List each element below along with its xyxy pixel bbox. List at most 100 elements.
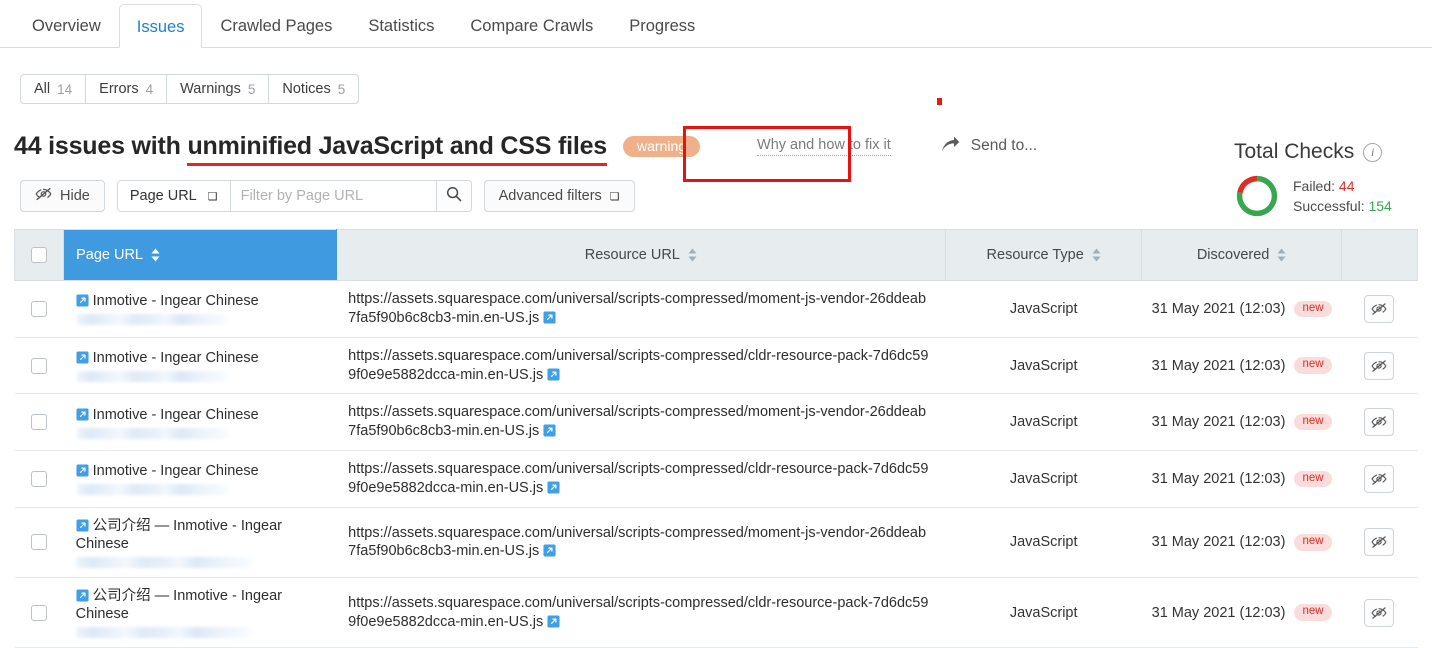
external-link-icon [76, 464, 89, 477]
discovered-cell: 31 May 2021 (12:03)new [1142, 337, 1341, 394]
row-hide-button[interactable] [1364, 599, 1394, 627]
table-row[interactable]: 公司介绍 — Inmotive - Ingear Chinese https://… [15, 578, 1418, 648]
page-url-cell: Inmotive - Ingear Chinese [64, 281, 337, 338]
row-checkbox[interactable] [31, 471, 47, 487]
hide-button[interactable]: Hide [20, 180, 105, 212]
row-checkbox[interactable] [31, 534, 47, 550]
resource-url-link[interactable]: https://assets.squarespace.com/universal… [348, 404, 926, 439]
page-url-cell: Inmotive - Ingear Chinese [64, 337, 337, 394]
filter-field-select[interactable]: Page URL ❏ [118, 181, 231, 211]
table-row[interactable]: Inmotive - Ingear Chinese https://assets.… [15, 451, 1418, 508]
tab-statistics[interactable]: Statistics [350, 3, 452, 47]
filter-field-label: Page URL [130, 188, 197, 204]
tab-overview[interactable]: Overview [14, 3, 119, 47]
tab-compare-crawls[interactable]: Compare Crawls [452, 3, 611, 47]
row-checkbox[interactable] [31, 358, 47, 374]
resource-url-link[interactable]: https://assets.squarespace.com/universal… [348, 461, 928, 496]
row-hide-button[interactable] [1364, 528, 1394, 556]
table-row[interactable]: 公司介绍 — Inmotive - Ingear Chinese https://… [15, 507, 1418, 577]
severity-filter-count: 14 [57, 82, 72, 97]
filter-input-group: Page URL ❏ [117, 180, 472, 212]
filter-input[interactable] [231, 181, 436, 211]
table-body: Inmotive - Ingear Chinese https://assets.… [15, 281, 1418, 648]
sort-icon [151, 248, 160, 262]
severity-filter-count: 5 [338, 82, 346, 97]
tab-progress[interactable]: Progress [611, 3, 713, 47]
table-row[interactable]: Inmotive - Ingear Chinese https://assets.… [15, 281, 1418, 338]
resource-url-link[interactable]: https://assets.squarespace.com/universal… [348, 595, 928, 630]
why-and-how-to-fix-it-link[interactable]: Why and how to fix it [757, 137, 891, 156]
issues-table-wrap: Page URL Resource URL [14, 229, 1418, 648]
external-link-icon [76, 519, 89, 532]
row-select-cell [15, 394, 64, 451]
column-header-resource-url[interactable]: Resource URL [336, 230, 945, 281]
row-checkbox[interactable] [31, 605, 47, 621]
redacted-url [76, 557, 253, 568]
severity-filter-all[interactable]: All14 [21, 75, 86, 103]
resource-url-link[interactable]: https://assets.squarespace.com/universal… [348, 291, 926, 326]
page-title-link[interactable]: 公司介绍 — Inmotive - Ingear Chinese [76, 518, 282, 552]
row-actions-cell [1341, 451, 1417, 508]
filter-toolbar: Hide Page URL ❏ Advanced filters ❏ [20, 180, 1432, 212]
row-hide-button[interactable] [1364, 408, 1394, 436]
column-header-page-url[interactable]: Page URL [64, 230, 337, 281]
failed-label: Failed: [1293, 178, 1335, 194]
row-hide-button[interactable] [1364, 465, 1394, 493]
resource-url-link[interactable]: https://assets.squarespace.com/universal… [348, 348, 928, 383]
page-title-link[interactable]: Inmotive - Ingear Chinese [93, 350, 259, 366]
severity-filter-errors[interactable]: Errors4 [86, 75, 167, 103]
severity-filter-notices[interactable]: Notices 5 [269, 75, 358, 103]
row-hide-button[interactable] [1364, 295, 1394, 323]
redacted-url [77, 428, 229, 439]
table-header-row: Page URL Resource URL [15, 230, 1418, 281]
new-badge: new [1294, 471, 1331, 488]
redacted-url [77, 371, 229, 382]
tab-issues[interactable]: Issues [119, 4, 203, 48]
row-hide-button[interactable] [1364, 352, 1394, 380]
external-link-icon [547, 481, 560, 494]
advanced-filters-button[interactable]: Advanced filters ❏ [484, 180, 635, 212]
resource-type-cell: JavaScript [945, 578, 1141, 648]
send-to-button[interactable]: Send to... [941, 136, 1037, 157]
resource-url-cell: https://assets.squarespace.com/universal… [336, 578, 945, 648]
severity-filter-warnings[interactable]: Warnings5 [167, 75, 269, 103]
row-checkbox[interactable] [31, 301, 47, 317]
status-badge: warning [623, 136, 700, 157]
row-checkbox[interactable] [31, 414, 47, 430]
info-icon[interactable]: i [1363, 143, 1382, 162]
table-row[interactable]: Inmotive - Ingear Chinese https://assets.… [15, 337, 1418, 394]
new-badge: new [1294, 301, 1331, 318]
external-link-icon [76, 589, 89, 602]
tab-crawled-pages[interactable]: Crawled Pages [202, 3, 350, 47]
column-header-discovered[interactable]: Discovered [1142, 230, 1341, 281]
sort-icon [1277, 248, 1286, 262]
page-title-highlight: unminified JavaScript and CSS files [187, 132, 607, 166]
select-all-checkbox[interactable] [31, 247, 47, 263]
issues-table: Page URL Resource URL [14, 229, 1418, 648]
column-header-resource-type[interactable]: Resource Type [945, 230, 1141, 281]
page-title-link[interactable]: Inmotive - Ingear Chinese [93, 407, 259, 423]
page-title-link[interactable]: Inmotive - Ingear Chinese [93, 293, 259, 309]
severity-filter-label: Notices [282, 81, 330, 97]
column-label: Resource Type [987, 247, 1084, 263]
total-checks-values: Failed: 44 Successful: 154 [1293, 176, 1392, 217]
resource-type-cell: JavaScript [945, 394, 1141, 451]
page-title-link[interactable]: 公司介绍 — Inmotive - Ingear Chinese [76, 588, 282, 622]
discovered-date: 31 May 2021 (12:03) [1152, 301, 1286, 317]
external-link-icon [543, 311, 556, 324]
external-link-icon [543, 424, 556, 437]
table-row[interactable]: Inmotive - Ingear Chinese https://assets.… [15, 394, 1418, 451]
discovered-cell: 31 May 2021 (12:03)new [1142, 578, 1341, 648]
page-title-link[interactable]: Inmotive - Ingear Chinese [93, 463, 259, 479]
new-badge: new [1294, 414, 1331, 431]
discovered-cell: 31 May 2021 (12:03)new [1142, 507, 1341, 577]
external-link-icon [547, 368, 560, 381]
search-button[interactable] [436, 181, 471, 211]
row-select-cell [15, 281, 64, 338]
external-link-icon [543, 544, 556, 557]
resource-url-link[interactable]: https://assets.squarespace.com/universal… [348, 525, 926, 560]
search-icon [446, 186, 462, 207]
external-link-icon [76, 294, 89, 307]
failed-value: 44 [1339, 178, 1355, 194]
new-badge: new [1294, 357, 1331, 374]
